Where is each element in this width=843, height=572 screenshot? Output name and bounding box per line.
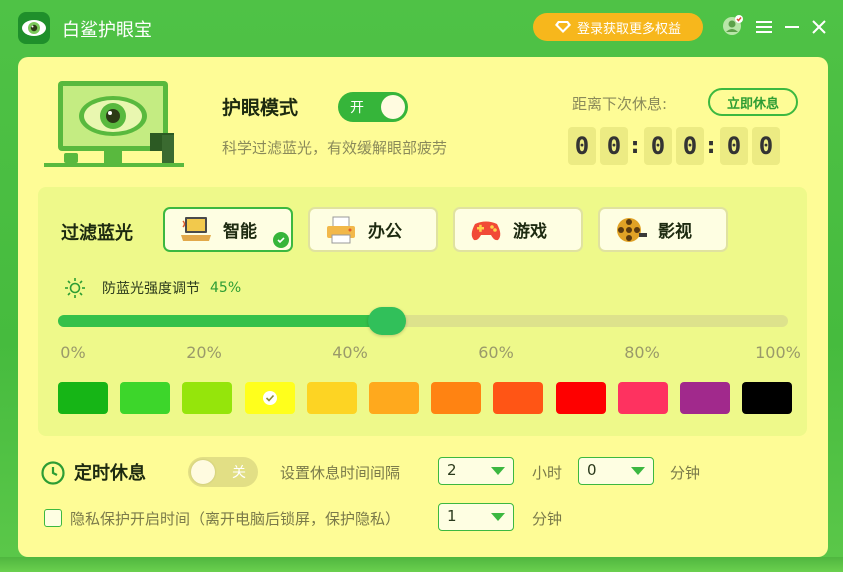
timer-title: 定时休息 (74, 463, 146, 484)
eye-mode-subtitle: 科学过滤蓝光，有效缓解眼部疲劳 (222, 139, 448, 157)
close-icon[interactable] (808, 16, 830, 38)
slider-fill (58, 315, 387, 327)
slider-tick-label: 40% (332, 343, 368, 362)
countdown-digit: 0 (752, 127, 780, 165)
film-reel-icon (617, 217, 647, 242)
mode-smart-label: 智能 (223, 222, 257, 242)
next-rest-label: 距离下次休息: (572, 95, 668, 113)
minimize-icon[interactable] (781, 16, 803, 38)
countdown-digit: 0 (568, 127, 596, 165)
mode-office-label: 办公 (368, 222, 402, 242)
slider-tick-label: 20% (186, 343, 222, 362)
menu-icon[interactable] (753, 16, 775, 38)
color-swatch[interactable] (742, 382, 793, 414)
color-swatch[interactable] (306, 382, 357, 414)
laptop-icon (181, 216, 211, 241)
countdown-display: 0 0 : 0 0 : 0 0 (568, 127, 784, 165)
title-bar: 白鲨护眼宝 登录获取更多权益 (0, 0, 843, 56)
interval-label: 设置休息时间间隔 (280, 464, 401, 482)
color-swatch[interactable] (58, 382, 108, 414)
countdown-digit: 0 (676, 127, 704, 165)
mode-office-button[interactable]: 办公 (308, 207, 438, 252)
countdown-digit: 0 (600, 127, 628, 165)
privacy-unit: 分钟 (532, 510, 563, 528)
color-swatch[interactable] (617, 382, 668, 414)
countdown-digit: 0 (720, 127, 748, 165)
minutes-select[interactable]: 0 (578, 457, 654, 485)
slider-tick-label: 80% (624, 343, 660, 362)
check-icon (273, 232, 289, 248)
intensity-row: 防蓝光强度调节 45% (64, 277, 241, 299)
slider-handle[interactable] (367, 307, 406, 335)
minutes-unit: 分钟 (670, 464, 701, 482)
color-swatch[interactable] (182, 382, 233, 414)
slider-tick-label: 60% (478, 343, 514, 362)
diamond-icon (554, 21, 571, 33)
login-button[interactable]: 登录获取更多权益 (533, 13, 703, 41)
check-icon (262, 391, 277, 405)
gamepad-icon (471, 221, 501, 240)
rest-now-button[interactable]: 立即休息 (708, 88, 798, 116)
mode-smart-button[interactable]: 智能 (163, 207, 293, 252)
color-swatch[interactable] (555, 382, 606, 414)
main-panel: 护眼模式 开 科学过滤蓝光，有效缓解眼部疲劳 距离下次休息: 立即休息 0 0 … (18, 57, 828, 557)
color-swatch[interactable] (680, 382, 730, 414)
privacy-checkbox[interactable] (44, 509, 62, 527)
clock-icon (41, 461, 65, 485)
toggle-knob (381, 95, 405, 119)
hours-unit: 小时 (532, 464, 563, 482)
color-swatch[interactable] (431, 382, 482, 414)
color-swatch[interactable] (369, 382, 419, 414)
grass-decoration (0, 557, 843, 572)
countdown-digit: 0 (644, 127, 672, 165)
mode-game-label: 游戏 (513, 222, 547, 242)
timer-toggle[interactable]: 关 (188, 457, 258, 487)
filter-title: 过滤蓝光 (61, 223, 133, 244)
sun-icon (65, 278, 85, 298)
privacy-label: 隐私保护开启时间（离开电脑后锁屏，保护隐私） (70, 510, 401, 528)
chevron-down-icon (491, 513, 505, 521)
eye-mode-toggle-label: 开 (350, 100, 364, 116)
blue-light-filter-panel: 过滤蓝光 智能 办公 游戏 影视 防蓝光强度调节 45% 0% 20% 40% … (38, 187, 807, 436)
hours-value: 2 (447, 461, 457, 479)
timer-toggle-label: 关 (232, 465, 246, 481)
color-swatch[interactable] (493, 382, 544, 414)
eye-mode-title: 护眼模式 (222, 97, 299, 119)
color-swatch[interactable] (120, 382, 171, 414)
toggle-knob (191, 460, 215, 484)
slider-tick-label: 0% (60, 343, 86, 362)
privacy-value: 1 (447, 507, 457, 525)
countdown-separator: : (630, 133, 640, 159)
printer-icon (327, 216, 355, 243)
mode-game-button[interactable]: 游戏 (453, 207, 583, 252)
countdown-separator: : (706, 133, 716, 159)
slider-tick-label: 100% (755, 343, 801, 362)
intensity-label: 防蓝光强度调节 (102, 281, 200, 297)
app-title: 白鲨护眼宝 (62, 20, 152, 41)
monitor-eye-illustration (44, 81, 184, 167)
intensity-slider[interactable] (58, 307, 788, 335)
privacy-minutes-select[interactable]: 1 (438, 503, 514, 531)
mode-video-label: 影视 (658, 222, 692, 242)
chevron-down-icon (491, 467, 505, 475)
intensity-value: 45% (210, 280, 242, 296)
chevron-down-icon (631, 467, 645, 475)
login-label: 登录获取更多权益 (576, 21, 681, 37)
color-swatch[interactable] (244, 382, 295, 414)
mode-video-button[interactable]: 影视 (598, 207, 728, 252)
user-avatar-icon[interactable] (722, 14, 744, 36)
hours-select[interactable]: 2 (438, 457, 514, 485)
app-logo-icon (18, 12, 50, 44)
eye-mode-toggle[interactable]: 开 (338, 92, 408, 122)
minutes-value: 0 (587, 461, 597, 479)
